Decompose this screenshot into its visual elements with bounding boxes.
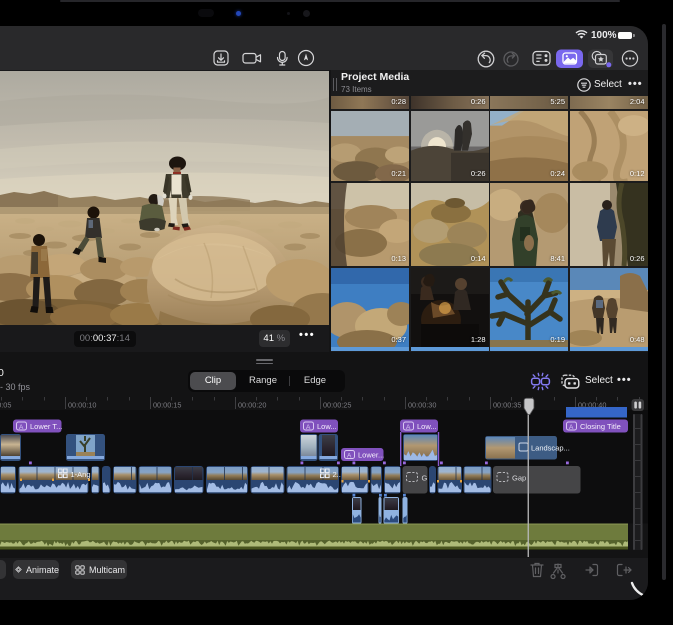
svg-text:Closing Title: Closing Title [580,422,621,431]
svg-text:00:00:30: 00:00:30 [408,401,436,410]
svg-text:A: A [569,424,574,431]
svg-text:A: A [347,452,352,459]
svg-text:Low...: Low... [317,422,337,431]
svg-text:Lower T...: Lower T... [30,422,62,431]
svg-text:A: A [406,424,411,431]
svg-text:G: G [422,474,428,483]
svg-text:Low...: Low... [417,422,437,431]
svg-text:00:00:05: 00:00:05 [0,401,11,410]
svg-text:00:00:25: 00:00:25 [323,401,351,410]
svg-text:Gap: Gap [512,474,526,483]
svg-text:A: A [306,424,311,431]
svg-text:A: A [19,424,24,431]
svg-text:Landscap...: Landscap... [531,444,570,453]
svg-text:00:00:35: 00:00:35 [493,401,521,410]
svg-text:00:00:20: 00:00:20 [238,401,266,410]
svg-text:Lower...: Lower... [358,451,384,460]
svg-text:00:00:15: 00:00:15 [153,401,181,410]
svg-text:00:00:10: 00:00:10 [68,401,96,410]
